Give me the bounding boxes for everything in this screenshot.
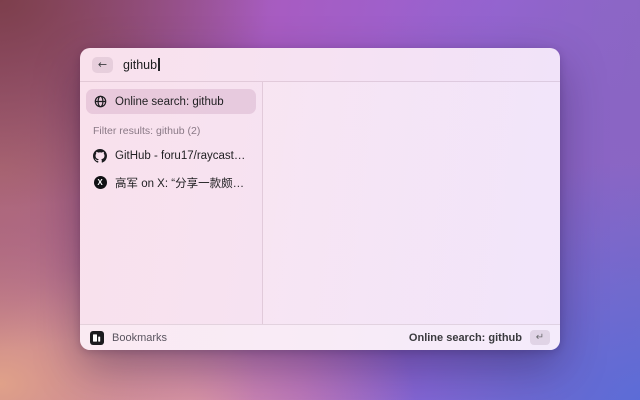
github-icon	[93, 149, 107, 163]
search-bar: ← github	[80, 48, 560, 82]
results-list: Online search: github Filter results: gi…	[80, 82, 263, 324]
content-area: Online search: github Filter results: gi…	[80, 82, 560, 324]
search-input[interactable]: github	[123, 58, 160, 72]
section-header: Filter results: github (2)	[86, 125, 256, 137]
x-icon: X	[93, 176, 107, 190]
text-caret	[158, 58, 160, 71]
launcher-window: ← github Online search: github	[80, 48, 560, 350]
status-bar: Bookmarks Online search: github ↵	[80, 324, 560, 350]
list-item-online-search[interactable]: Online search: github	[86, 89, 256, 114]
primary-action[interactable]: Online search: github ↵	[409, 330, 550, 345]
list-item-x-post[interactable]: X 高军 on X: “分享一款颇为实用的...	[86, 170, 256, 195]
globe-icon	[93, 95, 107, 109]
bookmarks-app-icon	[90, 331, 104, 345]
primary-action-label: Online search: github	[409, 332, 522, 344]
back-arrow-icon: ←	[98, 57, 107, 73]
enter-key-icon: ↵	[530, 330, 550, 345]
search-query-text: github	[123, 58, 157, 72]
back-button[interactable]: ←	[92, 57, 113, 73]
list-item-label: GitHub - foru17/raycast-hoarder...	[115, 150, 249, 162]
list-item-label: Online search: github	[115, 96, 224, 108]
list-item-label: 高军 on X: “分享一款颇为实用的...	[115, 175, 249, 191]
extension-name: Bookmarks	[112, 332, 167, 344]
detail-pane	[263, 82, 560, 324]
list-item-github[interactable]: GitHub - foru17/raycast-hoarder...	[86, 143, 256, 168]
extension-info: Bookmarks	[90, 331, 167, 345]
